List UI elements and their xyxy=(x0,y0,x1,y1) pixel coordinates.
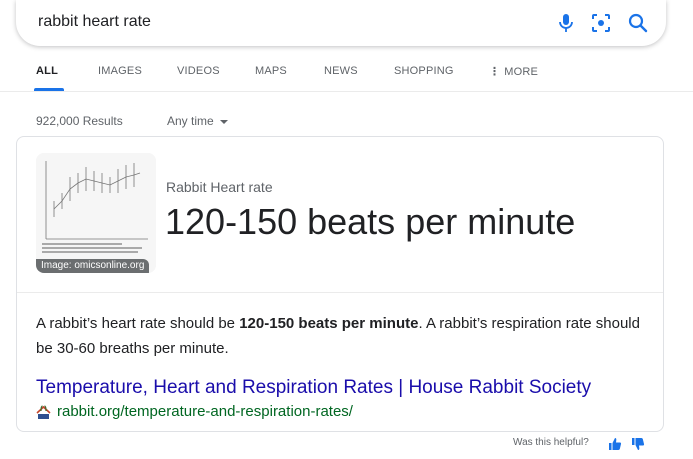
result-url[interactable]: rabbit.org/temperature-and-respiration-r… xyxy=(57,403,353,420)
snippet-highlight: 120-150 beats per minute xyxy=(239,315,419,332)
tab-more-label: MORE xyxy=(504,66,539,78)
search-icon[interactable] xyxy=(626,11,650,35)
thumbs-up-icon[interactable] xyxy=(608,437,622,451)
divider xyxy=(17,292,663,293)
tab-maps[interactable]: MAPS xyxy=(255,65,287,77)
house-rabbit-society-favicon-icon xyxy=(36,405,51,420)
microphone-icon[interactable] xyxy=(554,11,578,35)
featured-snippet-card: Image: omicsonline.org Rabbit Heart rate… xyxy=(16,136,664,432)
tab-more[interactable]: ⋮ MORE xyxy=(489,65,538,78)
tab-shopping[interactable]: SHOPPING xyxy=(394,65,454,77)
search-input[interactable]: rabbit heart rate xyxy=(38,13,151,31)
camera-search-icon[interactable] xyxy=(589,11,613,35)
snippet-text: A rabbit’s heart rate should be 120-150 … xyxy=(36,311,651,361)
time-filter-label: Any time xyxy=(167,114,214,128)
image-source-caption: Image: omicsonline.org xyxy=(36,259,150,273)
snippet-text-start: A rabbit’s heart rate should be xyxy=(36,315,240,332)
more-dots-icon: ⋮ xyxy=(489,66,501,78)
search-tabs: ALL IMAGES VIDEOS MAPS NEWS SHOPPING ⋮ MO… xyxy=(0,60,693,92)
tab-videos[interactable]: VIDEOS xyxy=(177,65,220,77)
caret-down-icon xyxy=(219,119,228,124)
search-bar[interactable]: rabbit heart rate xyxy=(16,0,666,46)
tab-news[interactable]: NEWS xyxy=(324,65,358,77)
answer-value: 120-150 beats per minute xyxy=(165,201,576,242)
thumbnail-graph-image xyxy=(36,153,156,273)
chart-thumbnail[interactable]: Image: omicsonline.org xyxy=(36,153,156,273)
time-filter-dropdown[interactable]: Any time xyxy=(167,114,228,128)
result-title-link[interactable]: Temperature, Heart and Respiration Rates… xyxy=(36,377,591,399)
thumbs-down-icon[interactable] xyxy=(631,437,645,451)
tab-images[interactable]: IMAGES xyxy=(98,65,142,77)
results-count: 922,000 Results xyxy=(36,114,123,128)
active-tab-indicator xyxy=(34,88,64,91)
feedback-prompt: Was this helpful? xyxy=(513,437,589,448)
answer-label: Rabbit Heart rate xyxy=(166,179,273,195)
tab-all[interactable]: ALL xyxy=(36,65,58,77)
